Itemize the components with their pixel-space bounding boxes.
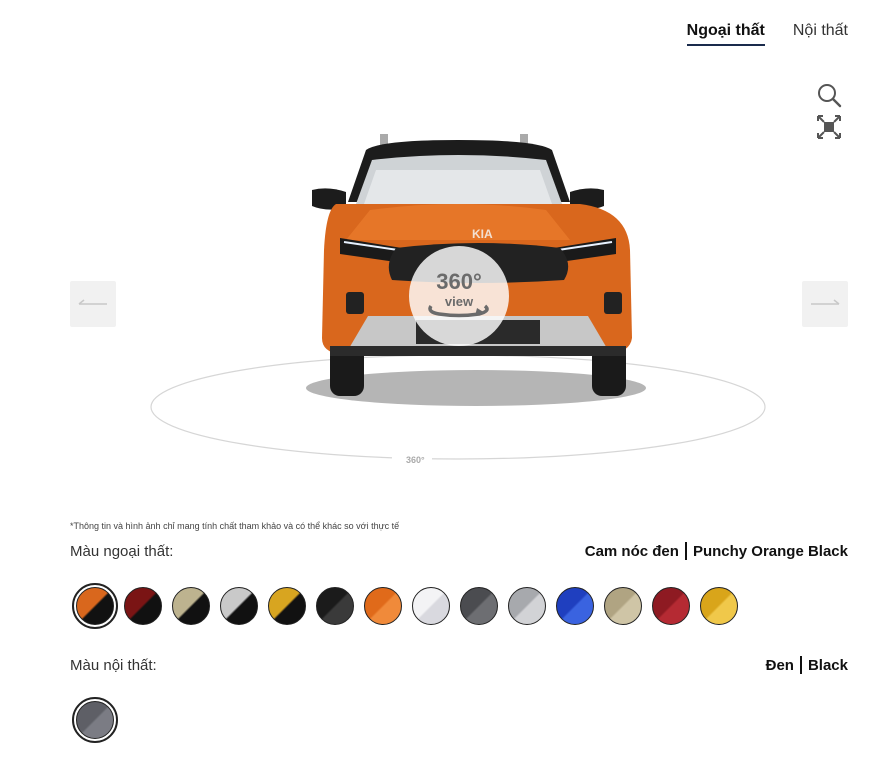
color-swatch-black[interactable]	[316, 587, 354, 625]
color-swatch-silver[interactable]	[508, 587, 546, 625]
name-separator	[799, 656, 802, 674]
rotate-360-icon	[428, 304, 489, 317]
interior-color-label: Màu nội thất:	[70, 656, 157, 674]
color-swatch-red[interactable]	[652, 587, 690, 625]
color-swatch-yellow[interactable]	[700, 587, 738, 625]
color-swatch-red-black[interactable]	[124, 587, 162, 625]
exterior-color-value: Cam nóc đen Punchy Orange Black	[585, 542, 848, 560]
color-swatch-yellow-black[interactable]	[268, 587, 306, 625]
badge-360-text: 360°	[436, 268, 482, 294]
color-swatch-beige[interactable]	[604, 587, 642, 625]
exterior-color-header: Màu ngoại thất: Cam nóc đen Punchy Orang…	[70, 542, 848, 560]
color-swatch-white[interactable]	[412, 587, 450, 625]
disclaimer-text: *Thông tin và hình ảnh chỉ mang tính chấ…	[70, 521, 400, 531]
name-separator	[684, 542, 687, 560]
color-swatch-blue[interactable]	[556, 587, 594, 625]
viewer-tools	[816, 82, 842, 140]
color-swatch-silver-black[interactable]	[220, 587, 258, 625]
exterior-color-label: Màu ngoại thất:	[70, 542, 174, 560]
interior-color-name-en: Black	[807, 656, 848, 674]
svg-text:KIA: KIA	[472, 227, 493, 241]
color-swatch-beige-black[interactable]	[172, 587, 210, 625]
color-swatch-orange[interactable]	[364, 587, 402, 625]
view-360-button[interactable]: 360° view	[409, 246, 509, 346]
car-color-configurator: Ngoại thất Nội thất 360° KIA 360° view *…	[0, 0, 896, 758]
exterior-color-name-en: Punchy Orange Black	[692, 542, 848, 560]
arrow-left-icon	[78, 299, 107, 305]
interior-swatch-list	[72, 697, 118, 743]
tab-interior[interactable]: Nội thất	[793, 22, 848, 46]
fullscreen-icon[interactable]	[816, 114, 842, 140]
interior-color-value: Đen Black	[766, 656, 848, 674]
tab-exterior[interactable]: Ngoại thất	[686, 22, 765, 46]
view-tabs: Ngoại thất Nội thất	[686, 22, 848, 46]
color-swatch-gray[interactable]	[460, 587, 498, 625]
color-swatch-black-interior[interactable]	[72, 697, 118, 743]
ring-label: 360°	[406, 455, 425, 465]
exterior-swatch-list	[72, 583, 738, 629]
arrow-right-icon	[811, 299, 840, 305]
zoom-icon[interactable]	[816, 82, 842, 108]
interior-color-name-vi: Đen	[765, 656, 794, 674]
exterior-color-name-vi: Cam nóc đen	[584, 542, 679, 560]
interior-color-header: Màu nội thất: Đen Black	[70, 656, 848, 674]
next-arrow-button[interactable]	[802, 281, 848, 327]
prev-arrow-button[interactable]	[70, 281, 116, 327]
color-swatch-orange-black[interactable]	[72, 583, 118, 629]
